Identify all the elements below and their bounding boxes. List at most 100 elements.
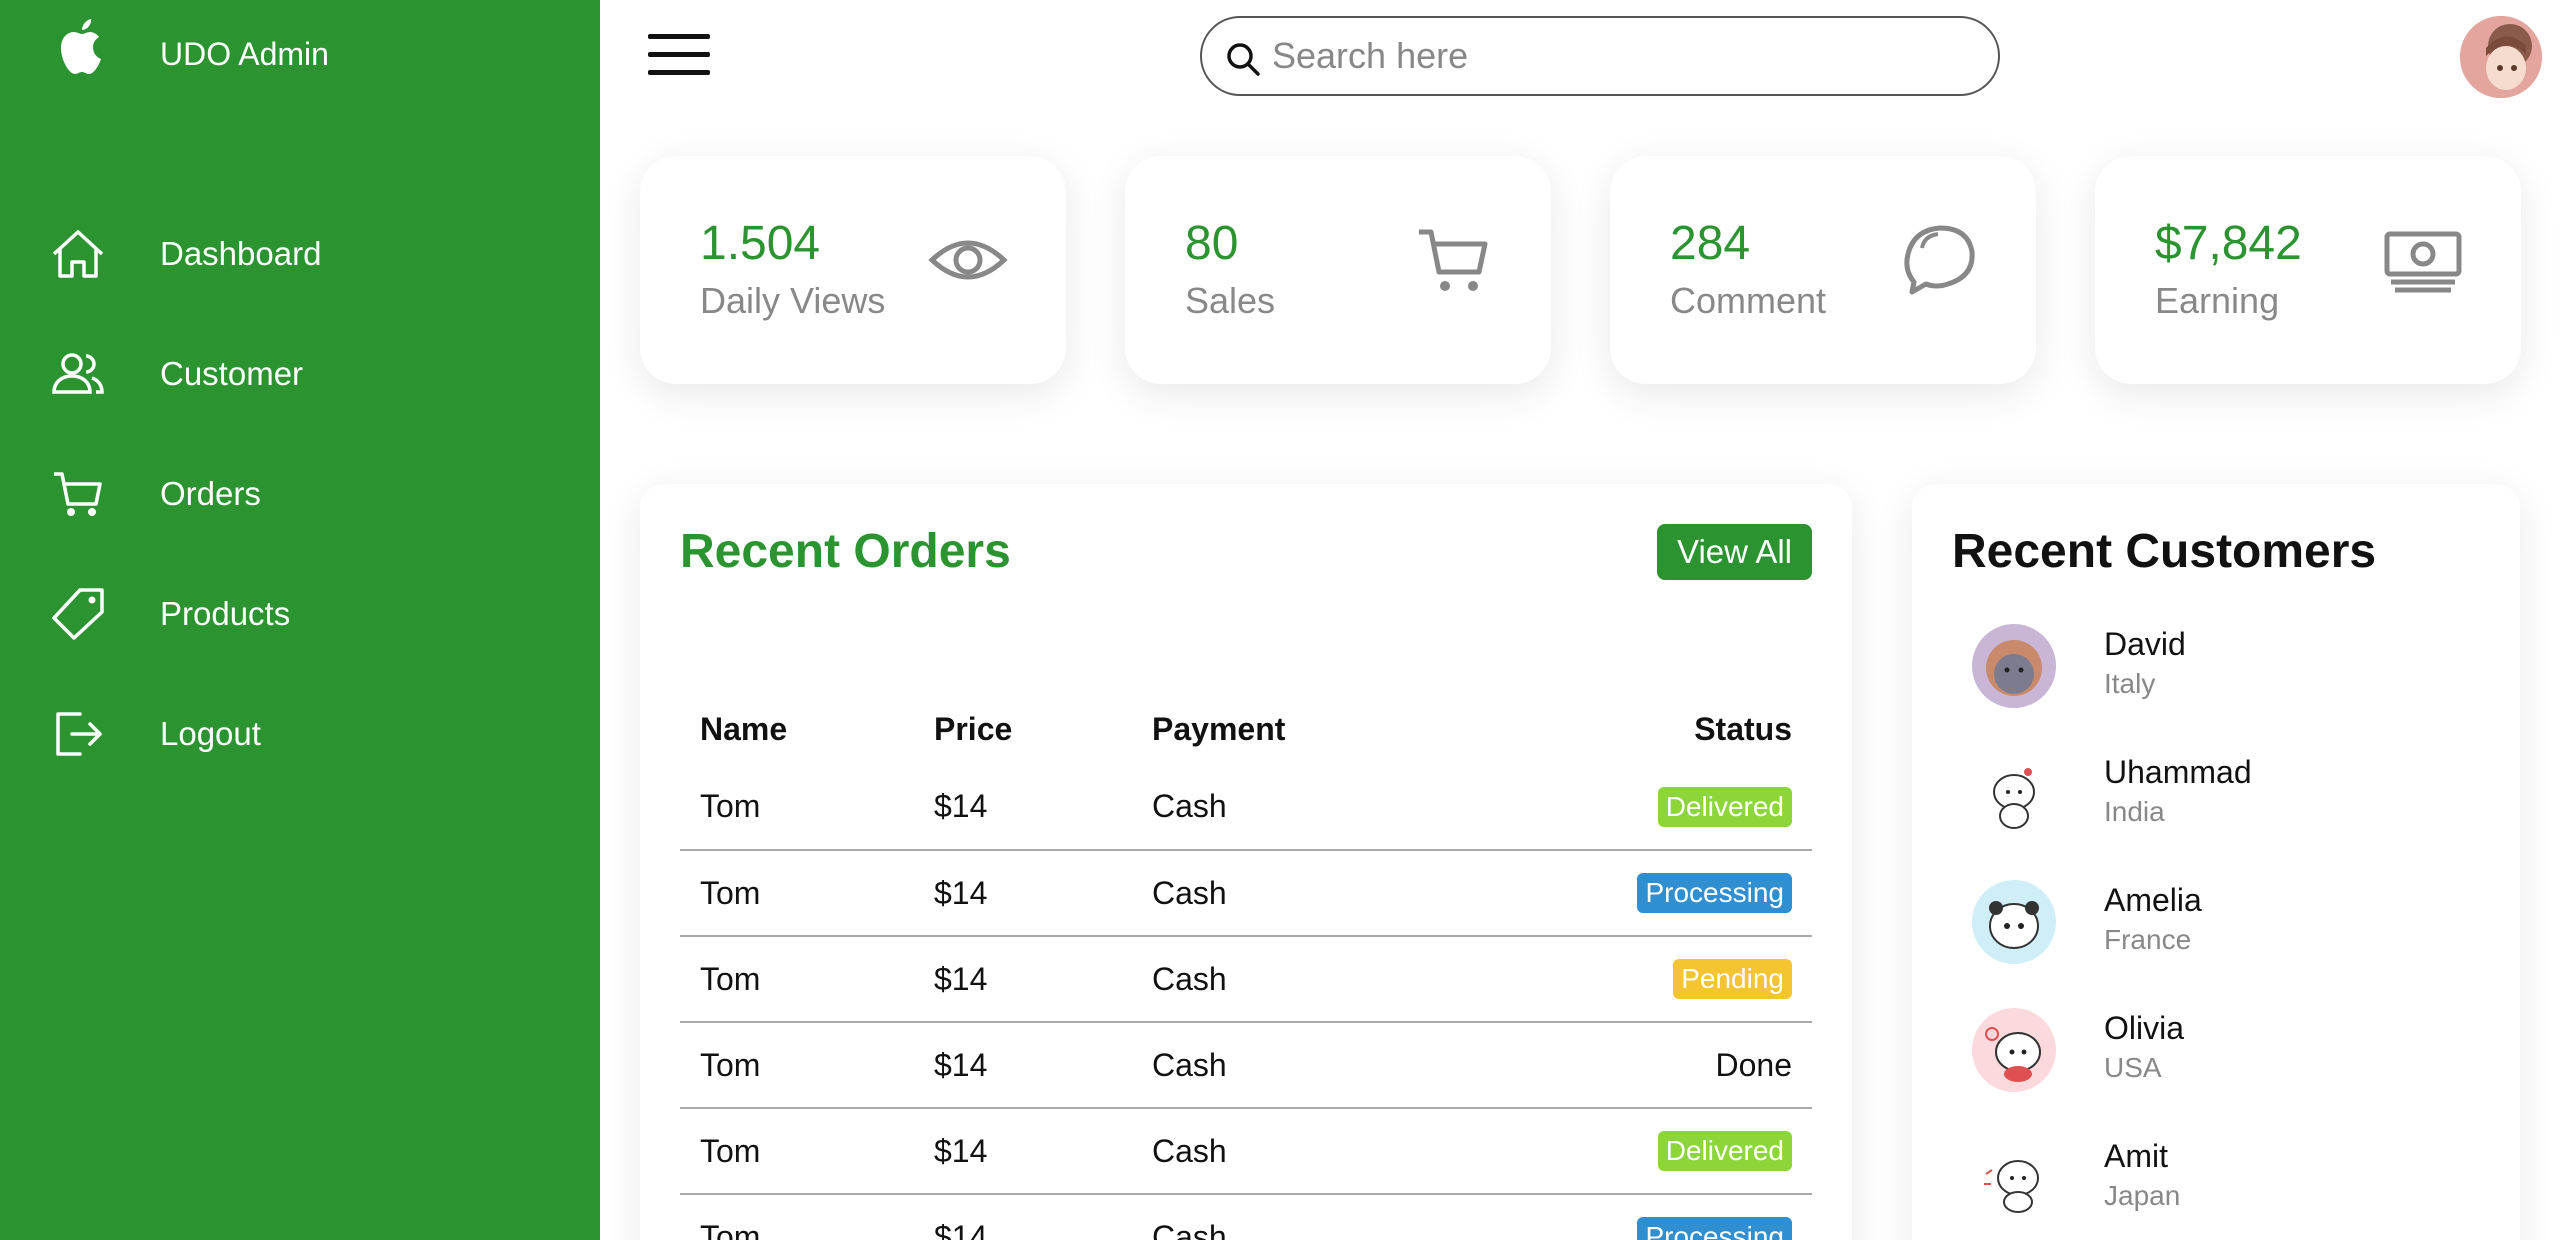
column-header-status: Status	[1694, 710, 1792, 747]
table-row[interactable]: Tom $14 Cash Processing	[680, 850, 1812, 937]
sidebar-item-label: Products	[160, 595, 291, 632]
cell-status: Pending	[1452, 936, 1812, 1023]
table-header-row: Name Price Payment Status	[680, 694, 1812, 764]
stat-card-earning[interactable]: $7,842 Earning	[2095, 156, 2521, 384]
user-avatar-image	[2460, 16, 2542, 98]
logout-icon	[56, 712, 102, 756]
customer-name: Uhammad	[2104, 754, 2252, 790]
status-badge: Pending	[1673, 959, 1792, 999]
status-badge: Processing	[1637, 873, 1792, 913]
customer-country: USA	[2104, 1052, 2162, 1083]
cell-name: Tom	[680, 936, 914, 1023]
cell-name: Tom	[680, 764, 914, 851]
sidebar-item-customer[interactable]: Customer	[0, 324, 600, 424]
recent-orders-panel: Recent Orders View All Name Price Paymen…	[640, 484, 1852, 1240]
cart-icon	[1419, 229, 1488, 291]
stat-card-comment[interactable]: 284 Comment	[1610, 156, 2036, 384]
cell-price: $14	[914, 764, 1132, 851]
apple-icon	[61, 19, 101, 74]
customer-country: France	[2104, 924, 2192, 955]
cell-name: Tom	[680, 1194, 914, 1240]
cell-name: Tom	[680, 1022, 914, 1109]
customer-item[interactable]: Olivia USA	[1972, 1008, 2472, 1108]
status-badge: Processing	[1637, 1217, 1792, 1240]
menu-toggle-button[interactable]	[648, 34, 710, 78]
cell-price: $14	[914, 1022, 1132, 1109]
status-badge: Delivered	[1657, 1131, 1792, 1171]
cell-status: Processing	[1452, 850, 1812, 937]
comment-icon	[1904, 225, 1975, 295]
customer-name: David	[2104, 626, 2186, 662]
cell-price: $14	[914, 850, 1132, 937]
search-icon	[1227, 43, 1260, 76]
cell-payment: Cash	[1132, 764, 1453, 851]
sidebar-item-products[interactable]: Products	[0, 564, 600, 664]
customer-item[interactable]: David Italy	[1972, 624, 2472, 724]
cell-status: Delivered	[1452, 1108, 1812, 1195]
view-all-button[interactable]: View All	[1657, 524, 1812, 580]
status-badge: Delivered	[1657, 786, 1792, 827]
customer-avatar	[1972, 624, 2056, 708]
stat-label: Daily Views	[700, 280, 886, 321]
table-row[interactable]: Tom $14 Cash Done	[680, 1022, 1812, 1109]
sidebar-item-dashboard[interactable]: Dashboard	[0, 204, 600, 304]
column-header-name: Name	[700, 710, 788, 747]
cell-status: Delivered	[1452, 764, 1812, 851]
customer-country: India	[2104, 796, 2165, 827]
search-bar[interactable]	[1200, 16, 2000, 96]
table-row[interactable]: Tom $14 Cash Pending	[680, 936, 1812, 1023]
customer-avatar	[1972, 752, 2056, 836]
status-badge: Done	[1715, 1046, 1793, 1083]
table-row[interactable]: Tom $14 Cash Delivered	[680, 764, 1812, 851]
sidebar-item-orders[interactable]: Orders	[0, 444, 600, 544]
customer-avatar	[1972, 1136, 2056, 1220]
customer-country: Italy	[2104, 668, 2156, 699]
cell-payment: Cash	[1132, 1194, 1453, 1240]
sidebar-item-label: Logout	[160, 715, 261, 752]
search-input[interactable]	[1272, 26, 1972, 86]
customer-item[interactable]: Uhammad India	[1972, 752, 2472, 852]
customer-item[interactable]: Amit Japan	[1972, 1136, 2472, 1236]
stat-card-daily-views[interactable]: 1.504 Daily Views	[640, 156, 1066, 384]
table-row[interactable]: Tom $14 Cash Processing	[680, 1194, 1812, 1240]
stat-value: 284	[1670, 217, 1751, 270]
cell-price: $14	[914, 1108, 1132, 1195]
stat-value: $7,842	[2155, 217, 2302, 270]
cell-status: Processing	[1452, 1194, 1812, 1240]
stat-label: Sales	[1185, 280, 1276, 321]
cell-payment: Cash	[1132, 936, 1453, 1023]
recent-orders-title: Recent Orders	[680, 525, 1011, 578]
stat-label: Comment	[1670, 280, 1827, 321]
stat-label: Earning	[2155, 280, 2280, 321]
user-avatar[interactable]	[2460, 16, 2542, 98]
tag-icon	[52, 588, 104, 640]
brand-name: UDO Admin	[160, 36, 329, 72]
customer-name: Olivia	[2104, 1010, 2185, 1046]
brand[interactable]: UDO Admin	[56, 18, 329, 78]
customer-avatar	[1972, 1008, 2056, 1092]
stat-value: 1.504	[700, 217, 821, 270]
sidebar: UDO Admin Dashboard Customer Orders Prod…	[0, 0, 600, 1240]
stat-card-sales[interactable]: 80 Sales	[1125, 156, 1551, 384]
eye-icon	[928, 240, 1008, 280]
customer-name: Amit	[2104, 1138, 2168, 1174]
column-header-price: Price	[934, 710, 1013, 747]
customer-item[interactable]: Amelia France	[1972, 880, 2472, 980]
cart-icon	[54, 472, 102, 516]
table-row[interactable]: Tom $14 Cash Delivered	[680, 1108, 1812, 1195]
cell-price: $14	[914, 936, 1132, 1023]
cell-price: $14	[914, 1194, 1132, 1240]
hamburger-icon	[648, 34, 710, 39]
cell-name: Tom	[680, 1108, 914, 1195]
customer-name: Amelia	[2104, 882, 2202, 918]
home-icon	[52, 230, 104, 278]
cell-name: Tom	[680, 850, 914, 937]
sidebar-item-label: Orders	[160, 475, 261, 512]
cell-status: Done	[1452, 1022, 1812, 1109]
customer-avatar	[1972, 880, 2056, 964]
sidebar-item-logout[interactable]: Logout	[0, 684, 600, 784]
column-header-payment: Payment	[1152, 710, 1286, 747]
sidebar-item-label: Dashboard	[160, 235, 322, 272]
orders-table: Name Price Payment Status Tom $14 Cash Deli…	[680, 694, 1812, 1240]
cell-payment: Cash	[1132, 1022, 1453, 1109]
